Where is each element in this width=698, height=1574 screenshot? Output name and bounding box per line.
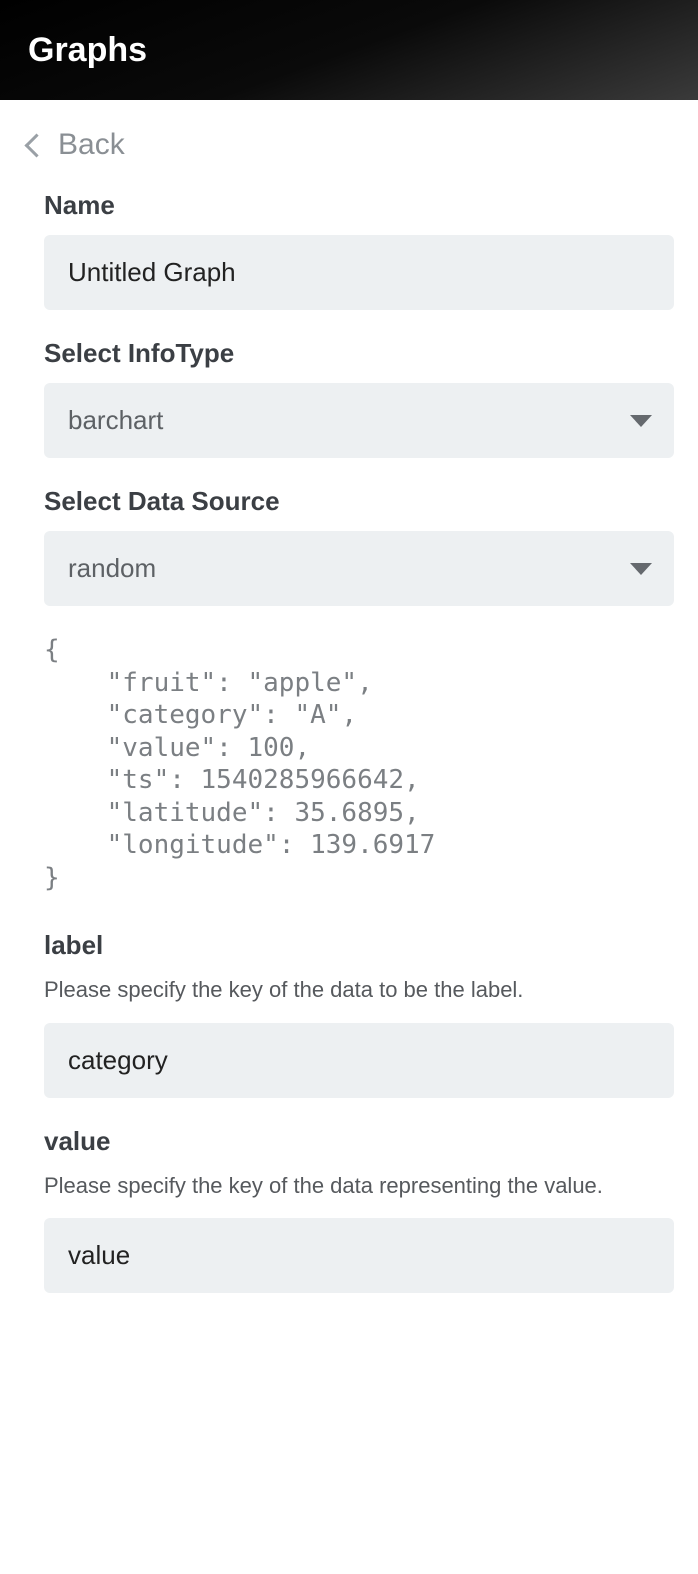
label-key-label: label [44, 930, 674, 961]
name-input[interactable] [44, 235, 674, 310]
form: Name Select InfoType barchart Select Dat… [24, 190, 674, 1293]
chevron-down-icon [630, 415, 652, 427]
data-preview: { "fruit": "apple", "category": "A", "va… [44, 634, 674, 894]
name-section: Name [44, 190, 674, 310]
name-label: Name [44, 190, 674, 221]
back-button[interactable]: Back [24, 128, 674, 162]
app-header: Graphs [0, 0, 698, 100]
back-label: Back [58, 128, 125, 162]
infotype-selected: barchart [68, 405, 163, 435]
label-key-input[interactable] [44, 1023, 674, 1098]
datasource-select[interactable]: random [44, 531, 674, 606]
value-key-help: Please specify the key of the data repre… [44, 1171, 674, 1201]
datasource-label: Select Data Source [44, 486, 674, 517]
value-key-section: value Please specify the key of the data… [44, 1126, 674, 1294]
infotype-section: Select InfoType barchart [44, 338, 674, 458]
chevron-left-icon [24, 131, 40, 159]
infotype-label: Select InfoType [44, 338, 674, 369]
datasource-selected: random [68, 553, 156, 583]
chevron-down-icon [630, 563, 652, 575]
label-key-section: label Please specify the key of the data… [44, 930, 674, 1098]
label-key-help: Please specify the key of the data to be… [44, 975, 674, 1005]
value-key-label: value [44, 1126, 674, 1157]
value-key-input[interactable] [44, 1218, 674, 1293]
content: Back Name Select InfoType barchart Selec… [0, 100, 698, 1361]
app-title: Graphs [28, 31, 147, 70]
datasource-section: Select Data Source random [44, 486, 674, 606]
infotype-select[interactable]: barchart [44, 383, 674, 458]
